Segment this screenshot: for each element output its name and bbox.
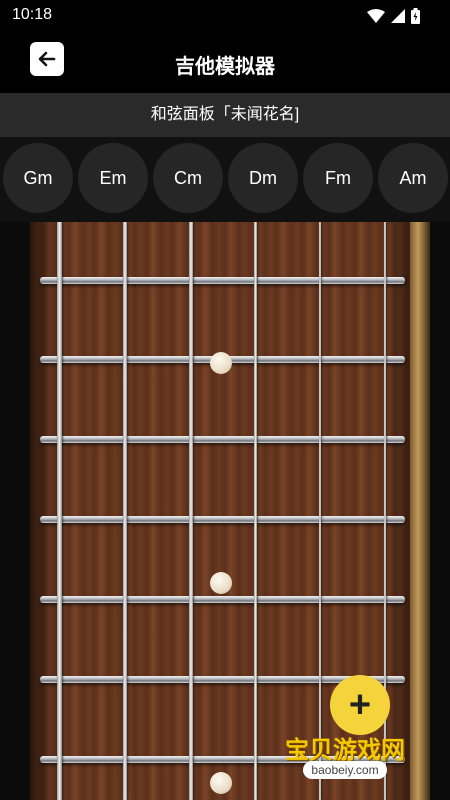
battery-icon [411,8,420,24]
guitar-string[interactable] [189,222,193,800]
fret [40,277,405,284]
chord-button-fm[interactable]: Fm [303,143,373,213]
chord-button-cm[interactable]: Cm [153,143,223,213]
app-bar: 吉他模拟器 [0,32,450,92]
wifi-icon [367,9,385,23]
signal-icon [391,9,405,23]
watermark-text: 宝贝游戏网 [285,737,405,764]
fret-marker-dot [210,572,232,594]
status-icons [367,8,420,24]
watermark-url: baobeiy.com [303,761,387,779]
chord-button-am[interactable]: Am [378,143,448,213]
watermark-logo: + 宝贝游戏网 baobeiy.com [275,675,415,785]
status-time: 10:18 [12,6,53,23]
plus-icon: + [330,675,390,735]
chord-selector: Gm Em Cm Dm Fm Am [0,137,450,222]
guitar-string[interactable] [123,222,127,800]
chord-button-gm[interactable]: Gm [3,143,73,213]
chord-button-dm[interactable]: Dm [228,143,298,213]
page-title: 吉他模拟器 [175,56,275,78]
fret-marker-dot [210,772,232,794]
fret [40,596,405,603]
fret [40,436,405,443]
guitar-string[interactable] [254,222,257,800]
chord-button-em[interactable]: Em [78,143,148,213]
fret-marker-dot [210,352,232,374]
chord-panel-title: 和弦面板「未闻花名] [0,93,450,137]
guitar-string[interactable] [57,222,62,800]
fret [40,516,405,523]
status-bar: 10:18 [0,0,450,32]
